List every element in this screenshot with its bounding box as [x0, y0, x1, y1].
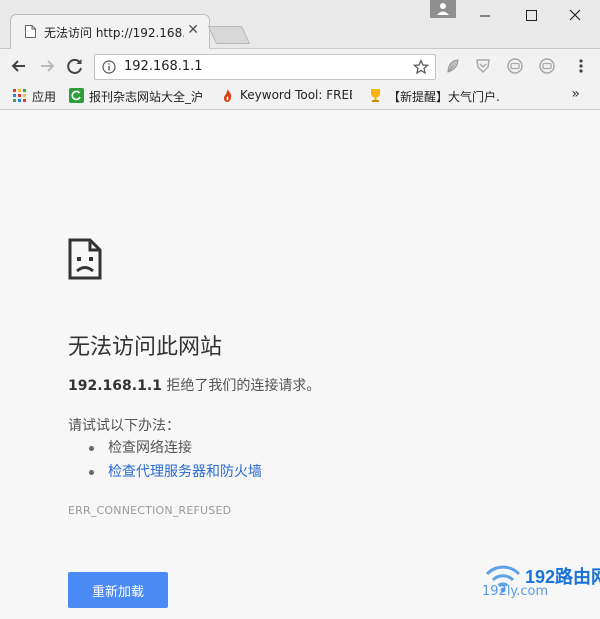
new-tab-button[interactable] [207, 26, 251, 44]
error-title: 无法访问此网站 [68, 335, 223, 360]
bookmark-star-icon[interactable] [413, 59, 429, 75]
maximize-button[interactable] [518, 4, 544, 26]
extension-shield-icon[interactable] [474, 57, 492, 75]
close-window-button[interactable] [562, 4, 588, 26]
watermark-sub: 192ly.com [482, 584, 549, 599]
tab-active[interactable]: 无法访问 http://192.168.1.1 ✕ [10, 14, 210, 49]
extension-circle-icon[interactable] [506, 57, 524, 75]
menu-button[interactable] [572, 57, 590, 75]
toolbar: 192.168.1.1 [0, 49, 600, 83]
forward-button[interactable] [36, 55, 58, 77]
arrow-left-icon [11, 60, 25, 72]
profile-button[interactable] [430, 0, 456, 18]
more-vertical-icon [579, 59, 583, 73]
bookmark-forum[interactable]: 【新提醒】大气门户. [368, 87, 504, 105]
tab-close-icon[interactable]: ✕ [187, 22, 199, 38]
try-label: 请试试以下办法： [68, 418, 180, 434]
bookmark-keyword-tool[interactable]: Keyword Tool: FREE [220, 87, 354, 105]
suggestion-check-network: 检查网络连接 [88, 436, 262, 460]
address-bar[interactable]: 192.168.1.1 [94, 54, 436, 80]
apps-grid-icon [13, 89, 26, 102]
extension-leaf-icon[interactable] [444, 57, 462, 75]
page-icon [25, 25, 36, 38]
refresh-icon [67, 58, 82, 74]
reload-button[interactable]: 重新加载 [68, 572, 168, 608]
user-icon [437, 3, 449, 15]
arrow-right-icon [41, 60, 55, 72]
bookmarks-bar: 应用 报刊杂志网站大全_沪 Keyword Tool: FREE 【新提醒】大气… [0, 83, 600, 110]
close-icon [569, 9, 581, 21]
tab-strip: 无法访问 http://192.168.1.1 ✕ [0, 0, 600, 49]
bookmark-label: 应用 [32, 90, 57, 104]
url-text: 192.168.1.1 [124, 59, 203, 74]
flame-icon [223, 89, 232, 102]
reload-toolbar-button[interactable] [64, 55, 86, 77]
refresh-green-icon [69, 88, 84, 103]
trophy-icon [371, 89, 380, 102]
info-icon[interactable] [102, 60, 116, 74]
back-button[interactable] [8, 55, 30, 77]
bookmarks-overflow-button[interactable]: » [571, 86, 580, 102]
maximize-icon [526, 10, 537, 21]
bookmark-label: Keyword Tool: FREE [240, 88, 352, 102]
bookmark-label: 【新提醒】大气门户. [388, 90, 500, 104]
suggestion-check-proxy-link[interactable]: 检查代理服务器和防火墙 [88, 460, 262, 484]
minimize-icon [480, 15, 490, 17]
tab-title: 无法访问 http://192.168.1.1 [44, 26, 184, 40]
suggestion-list: 检查网络连接 检查代理服务器和防火墙 [88, 436, 262, 484]
sad-page-icon [68, 238, 102, 280]
error-host: 192.168.1.1 [68, 378, 162, 394]
bookmark-label: 报刊杂志网站大全_沪 [89, 90, 204, 104]
bookmark-apps[interactable]: 应用 [12, 87, 62, 105]
error-description: 192.168.1.1 拒绝了我们的连接请求。 [68, 375, 320, 395]
minimize-button[interactable] [472, 4, 498, 26]
bookmark-magazine[interactable]: 报刊杂志网站大全_沪 [69, 87, 209, 105]
extension-circle2-icon[interactable] [538, 57, 556, 75]
error-code: ERR_CONNECTION_REFUSED [68, 504, 232, 517]
error-page: 无法访问此网站 192.168.1.1 拒绝了我们的连接请求。 请试试以下办法：… [0, 110, 600, 619]
error-description-text: 拒绝了我们的连接请求。 [161, 378, 321, 394]
